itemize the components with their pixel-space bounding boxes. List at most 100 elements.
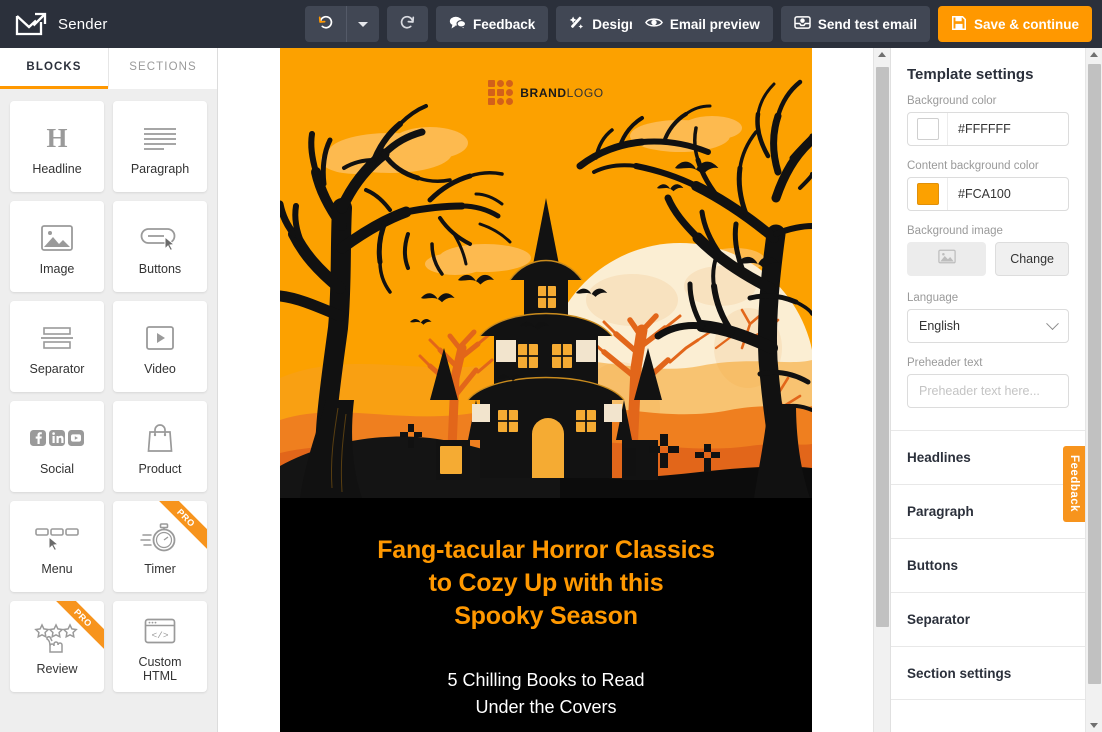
block-custom-html-label: Custom HTML bbox=[138, 654, 182, 683]
halloween-scene-svg bbox=[280, 48, 812, 498]
block-custom-html[interactable]: </> Custom HTML bbox=[113, 601, 207, 692]
email-subheadline[interactable]: 5 Chilling Books to Read Under the Cover… bbox=[300, 667, 792, 721]
menu-cursor-icon bbox=[34, 518, 80, 558]
email-headline-line-2: to Cozy Up with this bbox=[428, 569, 664, 597]
hero-illustration[interactable]: BRANDLOGO bbox=[280, 48, 812, 498]
block-timer-label: Timer bbox=[144, 561, 176, 576]
background-color-value[interactable]: #FFFFFF bbox=[948, 122, 1011, 136]
right-panel-scrollbar[interactable] bbox=[1085, 48, 1102, 732]
background-image-field: Background image Change bbox=[891, 211, 1085, 276]
canvas-vertical-scrollbar[interactable] bbox=[873, 48, 890, 732]
email-headline-line-1: Fang-tacular Horror Classics bbox=[377, 536, 715, 564]
language-label: Language bbox=[907, 292, 959, 304]
undo-dropdown-caret[interactable] bbox=[346, 6, 379, 42]
background-color-label: Background color bbox=[907, 95, 997, 107]
undo-button[interactable] bbox=[305, 6, 346, 42]
block-social[interactable]: Social bbox=[10, 401, 104, 492]
feedback-button[interactable]: Feedback bbox=[436, 6, 549, 42]
content-background-color-swatch-button[interactable] bbox=[908, 178, 948, 210]
content-background-color-input[interactable]: #FCA100 bbox=[907, 177, 1069, 211]
block-image[interactable]: Image bbox=[10, 201, 104, 292]
block-paragraph[interactable]: Paragraph bbox=[113, 101, 207, 192]
background-color-field: Background color #FFFFFF bbox=[891, 89, 1085, 146]
accordion-item-section-settings-label: Section settings bbox=[907, 665, 1012, 681]
svg-text:H: H bbox=[46, 123, 67, 153]
language-select[interactable]: English bbox=[907, 309, 1069, 343]
scroll-up-arrow-icon[interactable] bbox=[878, 52, 886, 57]
preheader-input[interactable] bbox=[907, 374, 1069, 408]
inbox-icon bbox=[794, 15, 811, 33]
content-background-color-field: Content background color #FCA100 bbox=[891, 146, 1085, 211]
block-video[interactable]: Video bbox=[113, 301, 207, 392]
accordion-item-separator[interactable]: Separator bbox=[891, 592, 1085, 646]
left-panel: BLOCKS SECTIONS H Headline Paragraph Ima… bbox=[0, 48, 218, 732]
scroll-down-arrow-icon[interactable] bbox=[1090, 723, 1098, 728]
block-separator-label: Separator bbox=[29, 361, 85, 376]
email-preview-label: Email preview bbox=[669, 16, 760, 32]
undo-icon bbox=[317, 14, 334, 34]
language-value: English bbox=[919, 319, 960, 333]
email-headline[interactable]: Fang-tacular Horror Classics to Cozy Up … bbox=[300, 534, 792, 633]
block-timer[interactable]: Timer PRO bbox=[113, 501, 207, 592]
email-canvas: BRANDLOGO Fang-tacular Horror Classics t… bbox=[218, 48, 890, 732]
background-color-swatch-button[interactable] bbox=[908, 113, 948, 145]
send-test-email-button[interactable]: Send test email bbox=[780, 6, 930, 42]
block-menu[interactable]: Menu bbox=[10, 501, 104, 592]
feedback-button-label: Feedback bbox=[473, 16, 536, 32]
block-review[interactable]: Review PRO bbox=[10, 601, 104, 692]
block-buttons[interactable]: Buttons bbox=[113, 201, 207, 292]
preheader-field: Preheader text bbox=[891, 343, 1085, 408]
scroll-up-arrow-icon[interactable] bbox=[1090, 52, 1098, 57]
block-headline-label: Headline bbox=[32, 161, 82, 176]
tab-blocks[interactable]: BLOCKS bbox=[0, 48, 108, 89]
brand-logo-block[interactable]: BRANDLOGO bbox=[488, 80, 603, 105]
block-headline[interactable]: H Headline bbox=[10, 101, 104, 192]
brand[interactable]: Sender bbox=[0, 9, 218, 39]
save-continue-button[interactable]: Save & continue bbox=[937, 6, 1092, 42]
brandlogo-dots-icon bbox=[488, 80, 514, 105]
feedback-side-tab-label: Feedback bbox=[1068, 455, 1080, 513]
settings-accordion: Headlines Paragraph Buttons Separator Se… bbox=[891, 430, 1085, 700]
tab-sections-label: SECTIONS bbox=[129, 61, 197, 73]
stopwatch-icon bbox=[140, 518, 180, 558]
accordion-item-buttons[interactable]: Buttons bbox=[891, 538, 1085, 592]
canvas-scrollbar-thumb[interactable] bbox=[876, 67, 889, 627]
email-subheadline-line-1: 5 Chilling Books to Read bbox=[447, 670, 645, 690]
svg-text:</>: </> bbox=[151, 630, 168, 641]
headline-h-icon: H bbox=[42, 118, 72, 158]
brandlogo-text: BRANDLOGO bbox=[520, 86, 603, 100]
chevron-down-icon bbox=[1046, 316, 1059, 330]
stars-hand-icon bbox=[33, 618, 81, 658]
background-image-change-button[interactable]: Change bbox=[995, 242, 1069, 276]
email-headline-line-3: Spooky Season bbox=[454, 602, 638, 630]
accordion-item-headlines[interactable]: Headlines bbox=[891, 430, 1085, 484]
app-root: Sender Feedback Design Email preview Sen… bbox=[0, 0, 1102, 732]
email-template[interactable]: BRANDLOGO Fang-tacular Horror Classics t… bbox=[280, 48, 812, 732]
email-logo-row[interactable]: BRANDLOGO bbox=[280, 80, 812, 105]
accordion-item-paragraph[interactable]: Paragraph bbox=[891, 484, 1085, 538]
right-scrollbar-thumb[interactable] bbox=[1088, 64, 1101, 684]
code-window-icon: </> bbox=[144, 611, 176, 651]
block-separator[interactable]: Separator bbox=[10, 301, 104, 392]
button-cursor-icon bbox=[140, 218, 180, 258]
background-image-label: Background image bbox=[907, 225, 1003, 237]
right-panel-scroll-area: Template settings Background color #FFFF… bbox=[891, 48, 1102, 732]
undo-split-button bbox=[305, 6, 379, 42]
email-text-block[interactable]: Fang-tacular Horror Classics to Cozy Up … bbox=[280, 498, 812, 732]
top-toolbar: Sender Feedback Design Email preview Sen… bbox=[0, 0, 1102, 48]
tab-sections[interactable]: SECTIONS bbox=[108, 48, 217, 89]
email-preview-button[interactable]: Email preview bbox=[631, 6, 773, 42]
chat-bubbles-icon bbox=[449, 15, 467, 33]
floppy-disk-icon bbox=[951, 15, 967, 34]
background-color-input[interactable]: #FFFFFF bbox=[907, 112, 1069, 146]
social-icons bbox=[30, 418, 84, 458]
app-name: Sender bbox=[58, 15, 108, 33]
feedback-side-tab[interactable]: Feedback bbox=[1063, 446, 1085, 522]
accordion-item-section-settings[interactable]: Section settings bbox=[891, 646, 1085, 700]
content-background-color-value[interactable]: #FCA100 bbox=[948, 187, 1011, 201]
block-paragraph-label: Paragraph bbox=[130, 161, 190, 176]
redo-icon bbox=[399, 14, 416, 34]
block-product[interactable]: Product bbox=[113, 401, 207, 492]
redo-button[interactable] bbox=[387, 6, 428, 42]
background-image-thumb[interactable] bbox=[907, 242, 987, 276]
